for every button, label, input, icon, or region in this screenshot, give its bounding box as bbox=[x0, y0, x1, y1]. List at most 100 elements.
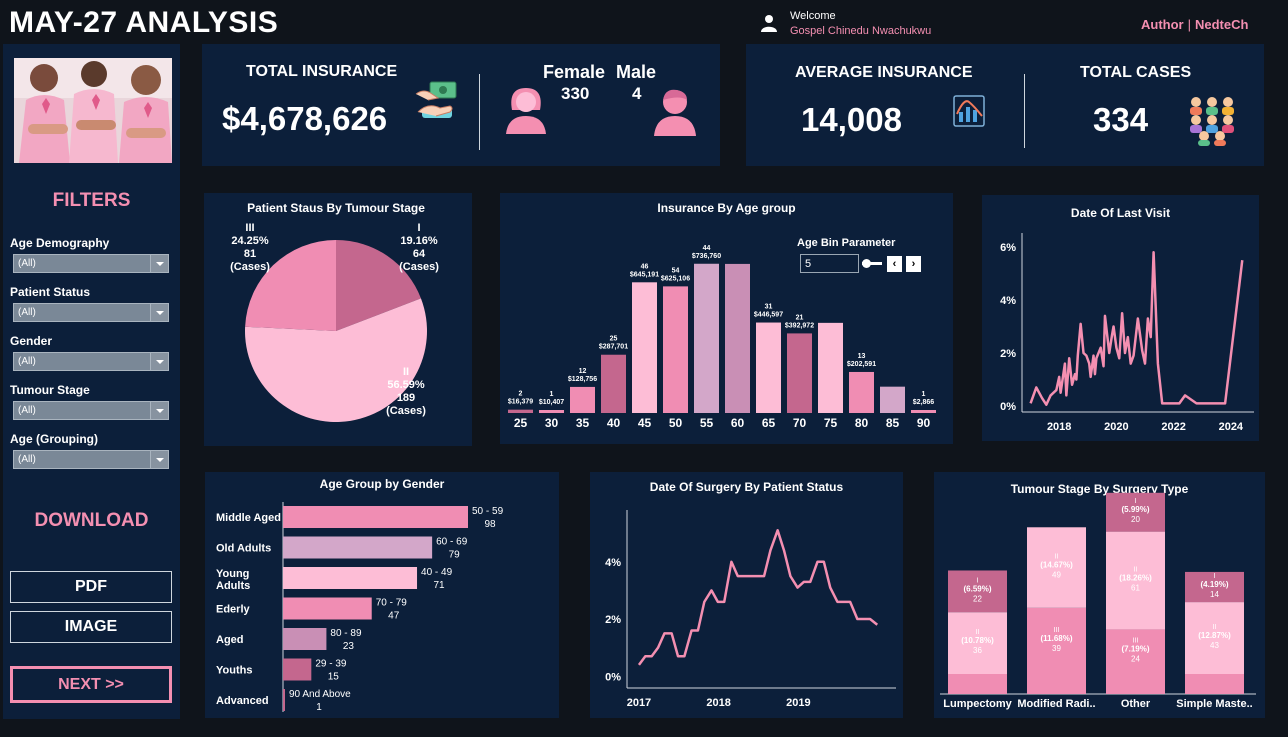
tumour-stage-label: I bbox=[1214, 573, 1216, 580]
age-bar bbox=[508, 409, 533, 413]
filter-patient-status[interactable]: (All) bbox=[13, 303, 169, 322]
age-bar-amount: $10,407 bbox=[539, 399, 564, 406]
age-bar bbox=[756, 322, 781, 413]
age-gender-bar bbox=[283, 628, 327, 650]
filter-age-demography[interactable]: (All) bbox=[13, 254, 169, 273]
age-bar bbox=[725, 263, 750, 413]
tumour-category: Simple Maste.. bbox=[1176, 698, 1252, 710]
age-bar-count: 44 bbox=[703, 245, 711, 252]
age-gender-range: 70 - 79 bbox=[376, 598, 408, 609]
age-tick-label: 85 bbox=[886, 416, 900, 430]
chevron-down-icon[interactable] bbox=[150, 402, 168, 419]
surgery-date-y-tick: 2% bbox=[605, 614, 621, 626]
age-tick-label: 35 bbox=[576, 416, 590, 430]
filter-value: (All) bbox=[18, 258, 36, 269]
user-name: Gospel Chinedu Nwachukwu bbox=[790, 25, 932, 37]
age-bar bbox=[570, 386, 595, 413]
dashboard-title: MAY-27 ANALYSIS bbox=[9, 6, 279, 39]
tumour-base-segment bbox=[948, 674, 1007, 694]
female-label: Female bbox=[543, 62, 606, 82]
age-bar-count: 54 bbox=[672, 267, 680, 274]
kpi-divider bbox=[1024, 74, 1025, 148]
age-gender-category: Middle Aged bbox=[216, 512, 281, 524]
age-tick-label: 75 bbox=[824, 416, 838, 430]
age-gender-category: Old Adults bbox=[216, 543, 271, 555]
age-gender-category: Advanced bbox=[216, 695, 269, 707]
surgery-date-chart: 0% 2% 4% 2017 2018 2019 bbox=[605, 510, 896, 709]
surgery-date-line bbox=[637, 529, 879, 666]
age-tick-label: 80 bbox=[855, 416, 869, 430]
author-label: Author bbox=[1141, 17, 1184, 32]
age-tick-label: 50 bbox=[669, 416, 683, 430]
filter-label-gender: Gender bbox=[10, 334, 53, 348]
total-cases-label: TOTAL CASES bbox=[1080, 64, 1192, 81]
last-visit-x-tick: 2020 bbox=[1104, 421, 1128, 433]
age-bar-count: 21 bbox=[796, 314, 804, 321]
age-bar-count: 1 bbox=[550, 391, 554, 398]
chevron-down-icon[interactable] bbox=[150, 353, 168, 370]
last-visit-y-tick: 6% bbox=[1000, 242, 1016, 254]
chevron-down-icon[interactable] bbox=[150, 255, 168, 272]
author-name[interactable]: NedteCh bbox=[1195, 17, 1248, 32]
tumour-category: Lumpectomy bbox=[943, 698, 1012, 710]
surgery-date-x-tick: 2018 bbox=[706, 697, 730, 709]
age-gender-value: 1 bbox=[316, 702, 322, 713]
pie-label: 56.59% bbox=[387, 379, 425, 391]
image-button[interactable]: IMAGE bbox=[10, 611, 172, 643]
tumour-pct-label: (10.78%) bbox=[961, 636, 994, 645]
age-tick-label: 55 bbox=[700, 416, 714, 430]
age-gender-category: Youths bbox=[216, 665, 252, 677]
pie-label: (Cases) bbox=[386, 405, 426, 417]
age-gender-value: 23 bbox=[343, 641, 355, 652]
tumour-category: Modified Radi.. bbox=[1017, 698, 1095, 710]
age-gender-category: Adults bbox=[216, 580, 250, 592]
tumour-stage-label: II bbox=[1134, 567, 1138, 574]
filter-label-tumour-stage: Tumour Stage bbox=[10, 383, 90, 397]
next-button[interactable]: NEXT >> bbox=[10, 666, 172, 703]
welcome-label: Welcome bbox=[790, 10, 836, 22]
chevron-down-icon[interactable] bbox=[150, 451, 168, 468]
age-bar bbox=[880, 386, 905, 413]
chevron-down-icon[interactable] bbox=[150, 304, 168, 321]
pie-label: I bbox=[417, 222, 420, 234]
filter-tumour-stage[interactable]: (All) bbox=[13, 401, 169, 420]
chart-icon bbox=[953, 95, 985, 127]
filters-heading: FILTERS bbox=[52, 190, 131, 211]
tumour-pct-label: (18.26%) bbox=[1119, 574, 1152, 583]
age-bar-amount: $392,972 bbox=[785, 322, 814, 329]
surgery-date-y-tick: 0% bbox=[605, 671, 621, 683]
surgery-date-x-tick: 2017 bbox=[627, 697, 651, 709]
pie-label: II bbox=[403, 366, 409, 378]
tumour-value-label: 39 bbox=[1052, 644, 1061, 653]
tumour-surgery-chart: II(10.78%)36I(6.59%)22LumpectomyIII(11.6… bbox=[940, 492, 1256, 710]
tumour-value-label: 61 bbox=[1131, 584, 1140, 593]
age-bar-count: 25 bbox=[610, 336, 618, 343]
filter-value: (All) bbox=[18, 454, 36, 465]
age-tick-label: 65 bbox=[762, 416, 776, 430]
age-bar-count: 31 bbox=[765, 304, 773, 311]
age-bar-amount: $2,866 bbox=[913, 399, 935, 406]
tumour-pct-label: (11.68%) bbox=[1040, 634, 1072, 643]
filter-value: (All) bbox=[18, 356, 36, 367]
age-bar bbox=[632, 282, 657, 413]
filter-age-grouping[interactable]: (All) bbox=[13, 450, 169, 469]
age-gender-range: 50 - 59 bbox=[472, 506, 504, 517]
tumour-value-label: 24 bbox=[1131, 655, 1140, 664]
filter-gender[interactable]: (All) bbox=[13, 352, 169, 371]
age-gender-range: 60 - 69 bbox=[436, 537, 468, 548]
age-gender-range: 90 And Above bbox=[289, 689, 351, 700]
age-bar bbox=[663, 286, 688, 413]
tumour-category: Other bbox=[1121, 698, 1151, 710]
pdf-button[interactable]: PDF bbox=[10, 571, 172, 603]
age-gender-value: 79 bbox=[449, 550, 461, 561]
age-tick-label: 60 bbox=[731, 416, 745, 430]
pie-label: (Cases) bbox=[230, 261, 270, 273]
age-gender-category: Aged bbox=[216, 634, 244, 646]
tumour-base-segment bbox=[1185, 674, 1244, 694]
pie-label: 81 bbox=[244, 248, 256, 260]
awareness-photo bbox=[14, 58, 172, 163]
age-gender-bar bbox=[283, 506, 468, 528]
tumour-stage-label: II bbox=[1213, 624, 1217, 631]
age-gender-bar bbox=[283, 567, 418, 589]
age-gender-category: Ederly bbox=[216, 604, 251, 616]
